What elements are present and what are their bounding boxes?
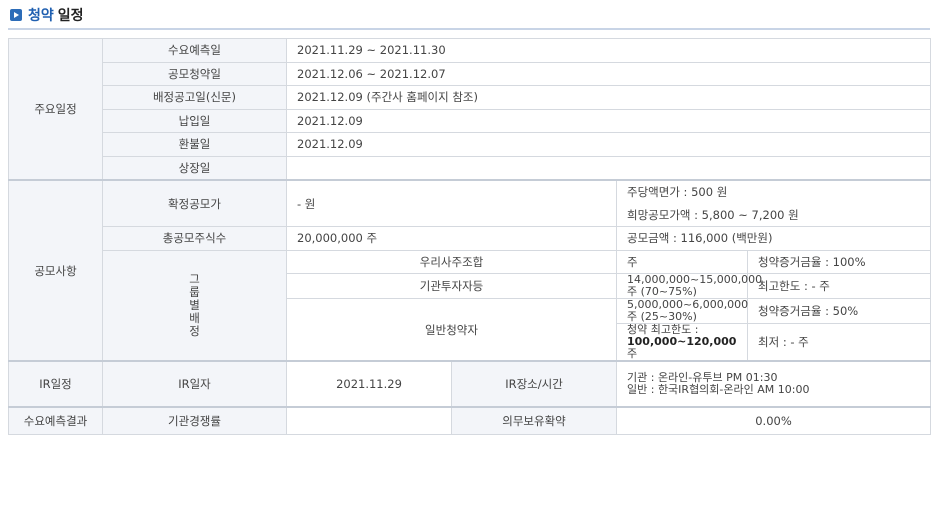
group-allocation-vertical-label: 그룹별배정	[189, 271, 200, 338]
value-total-shares: 20,000,000 주	[286, 226, 617, 251]
section-title: 청약 일정	[10, 5, 84, 25]
value-ir-date: 2021.11.29	[286, 360, 452, 408]
table-row: 공모청약일 2021.12.06 ~ 2021.12.07	[9, 61, 932, 86]
group-name-employee: 우리사주조합	[286, 249, 617, 274]
group-name-retail: 일반청약자	[286, 298, 617, 362]
label-listing-date: 상장일	[102, 155, 287, 181]
value-competition-rate	[286, 406, 452, 435]
label-payment-date: 납입일	[102, 108, 287, 133]
row-header-ir: IR일정	[8, 360, 103, 408]
value-refund-date: 2021.12.09	[285, 132, 932, 157]
value-allocation-notice-date: 2021.12.09 (주간사 홈페이지 참조)	[285, 85, 932, 110]
group-limit-retail: 청약 최고한도 : 100,000~120,000 주	[616, 323, 748, 362]
row-header-offering: 공모사항	[8, 179, 103, 362]
row-header-schedule: 주요일정	[8, 38, 103, 181]
row-header-demand-result: 수요예측결과	[8, 406, 103, 435]
value-demand-forecast-date: 2021.11.29 ~ 2021.11.30	[285, 38, 932, 63]
table-row: 그룹별배정 우리사주조합 주 청약증거금율 : 100%	[9, 249, 932, 362]
section-title-text: 일정	[57, 8, 84, 24]
table-row: 총공모주식수 20,000,000 주 공모금액 : 116,000 (백만원)	[9, 226, 932, 251]
group-note-institution: 최고한도 : - 주	[746, 273, 932, 299]
table-row: 상장일	[9, 155, 932, 181]
group-note-retail: 청약증거금율 : 50%	[746, 298, 932, 324]
bullet-arrow-icon	[10, 9, 22, 21]
label-lockup-commitment: 의무보유확약	[451, 406, 617, 435]
title-divider	[8, 28, 930, 30]
value-payment-date: 2021.12.09	[285, 108, 932, 133]
label-refund-date: 환불일	[102, 132, 287, 157]
label-total-shares: 총공모주식수	[102, 226, 287, 251]
label-final-price: 확정공모가	[102, 179, 287, 227]
table-row: 환불일 2021.12.09	[9, 132, 932, 157]
label-ir-place: IR장소/시간	[451, 360, 617, 408]
limit-value: 100,000~120,000	[627, 335, 737, 348]
value-par-value: 주당액면가 : 500 원	[615, 179, 932, 204]
group-qty-employee: 주	[616, 249, 748, 274]
value-final-price: - 원	[286, 179, 617, 227]
table-row: 배정공고일(신문) 2021.12.09 (주간사 홈페이지 참조)	[9, 85, 932, 110]
value-total-amount: 공모금액 : 116,000 (백만원)	[615, 226, 932, 251]
label-subscription-date: 공모청약일	[102, 61, 287, 86]
table-row: 공모사항 확정공모가 - 원 주당액면가 : 500 원	[8, 179, 932, 362]
table-row: 수요예측결과 기관경쟁률 의무보유확약 0.00%	[8, 406, 932, 435]
table-row: 주요일정 수요예측일 2021.11.29 ~ 2021.11.30	[8, 38, 932, 181]
label-ir-date: IR일자	[102, 360, 287, 408]
label-group-allocation: 그룹별배정	[102, 249, 287, 362]
group-min-retail: 최저 : - 주	[746, 323, 932, 362]
group-qty-retail: 5,000,000~6,000,000 주 (25~30%)	[616, 298, 748, 324]
value-lockup-commitment: 0.00%	[615, 406, 932, 435]
section-title-accent: 청약	[28, 8, 54, 24]
value-listing-date	[285, 155, 932, 181]
group-qty-institution: 14,000,000~15,000,000 주 (70~75%)	[616, 273, 762, 299]
label-competition-rate: 기관경쟁률	[102, 406, 287, 435]
ir-place-retail: 일반 : 한국IR협의회-온라인 AM 10:00	[627, 383, 810, 396]
group-name-institution: 기관투자자등	[286, 273, 617, 299]
table-row: 납입일 2021.12.09	[9, 108, 932, 133]
subscription-schedule-table: 주요일정 수요예측일 2021.11.29 ~ 2021.11.30 공모청약일…	[8, 38, 932, 435]
group-note-employee: 청약증거금율 : 100%	[746, 249, 932, 274]
value-ir-place: 기관 : 온라인-유투브 PM 01:30 일반 : 한국IR협의회-온라인 A…	[615, 360, 932, 408]
value-subscription-date: 2021.12.06 ~ 2021.12.07	[285, 61, 932, 86]
value-hope-price: 희망공모가액 : 5,800 ~ 7,200 원	[615, 203, 932, 227]
table-row: IR일정 IR일자 2021.11.29 IR장소/시간 기관 : 온라인-유투…	[8, 360, 932, 408]
label-demand-forecast-date: 수요예측일	[102, 38, 287, 63]
label-allocation-notice-date: 배정공고일(신문)	[102, 85, 287, 110]
limit-unit: 주	[627, 347, 638, 360]
